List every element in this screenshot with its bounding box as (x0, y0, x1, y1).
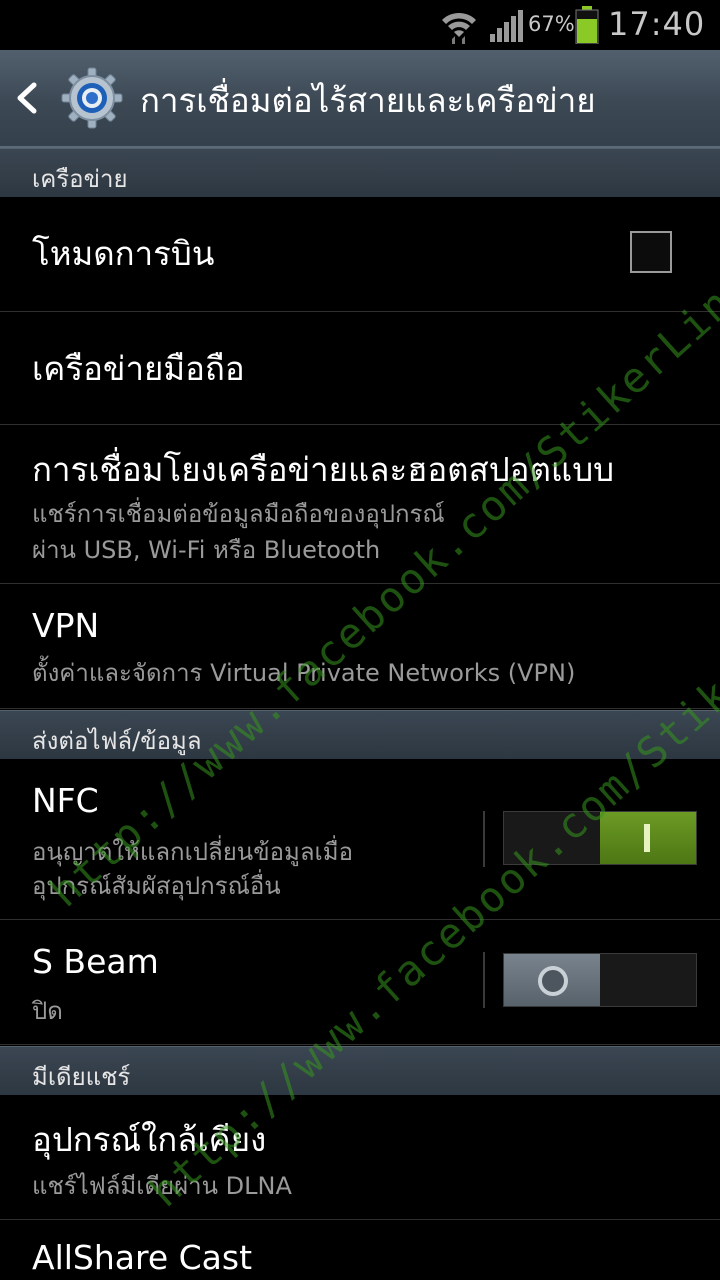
action-bar: การเชื่อมต่อไร้สายและเครือข่าย (0, 50, 720, 148)
nfc-divider (483, 811, 485, 867)
s-beam-label: S Beam (32, 942, 159, 981)
vpn-label: VPN (32, 606, 100, 645)
section-label: ส่งต่อไฟล์/ข้อมูล (32, 727, 202, 755)
toggle-on-thumb (600, 812, 696, 864)
section-header-network: เครือข่าย (0, 148, 720, 197)
wifi-icon (442, 12, 476, 44)
page-title: การเชื่อมต่อไร้สายและเครือข่าย (140, 81, 596, 120)
mobile-network-label: เครือข่ายมือถือ (32, 349, 245, 388)
nearby-devices-label: อุปกรณ์ใกล้เคียง (32, 1120, 267, 1159)
screen: 67% 17:40 การเชื่อมต่อไร้สายและเครือข่าย… (0, 0, 720, 1280)
airplane-mode-checkbox[interactable] (630, 231, 672, 273)
airplane-mode-row[interactable]: โหมดการบิน (0, 197, 720, 312)
allshare-cast-row[interactable]: AllShare Cast (0, 1220, 720, 1280)
battery-percent: 67% (528, 12, 575, 36)
tethering-description-line1: แชร์การเชื่อมต่อข้อมูลมือถือของอุปกรณ์ (32, 500, 445, 528)
clock: 17:40 (608, 5, 706, 43)
toggle-off-thumb (504, 954, 600, 1006)
section-header-media-share: มีเดียแชร์ (0, 1046, 720, 1095)
nearby-devices-description: แชร์ไฟล์มีเดียผ่าน DLNA (32, 1172, 292, 1200)
section-label: มีเดียแชร์ (32, 1063, 131, 1091)
tethering-description-line2: ผ่าน USB, Wi-Fi หรือ Bluetooth (32, 536, 381, 564)
s-beam-row[interactable]: S Beam ปิด (0, 920, 720, 1045)
allshare-cast-label: AllShare Cast (32, 1238, 253, 1277)
tethering-row[interactable]: การเชื่อมโยงเครือข่ายและฮอตสปอตแบบ แชร์ก… (0, 425, 720, 584)
mobile-network-row[interactable]: เครือข่ายมือถือ (0, 312, 720, 425)
nfc-description-line2: อุปกรณ์สัมผัสอุปกรณ์อื่น (32, 872, 281, 900)
nfc-toggle[interactable] (503, 811, 697, 865)
s-beam-toggle[interactable] (503, 953, 697, 1007)
s-beam-divider (483, 952, 485, 1008)
battery-icon (575, 6, 599, 44)
airplane-mode-label: โหมดการบิน (32, 234, 215, 273)
vpn-description: ตั้งค่าและจัดการ Virtual Private Network… (32, 659, 576, 687)
section-header-file-transfer: ส่งต่อไฟล์/ข้อมูล (0, 710, 720, 759)
back-arrow-icon[interactable] (14, 82, 40, 114)
status-bar: 67% 17:40 (0, 0, 720, 50)
settings-gear-icon (61, 67, 123, 129)
vpn-row[interactable]: VPN ตั้งค่าและจัดการ Virtual Private Net… (0, 584, 720, 709)
section-label: เครือข่าย (32, 165, 128, 193)
s-beam-status: ปิด (32, 997, 63, 1025)
signal-strength-icon (490, 10, 523, 42)
nfc-row[interactable]: NFC อนุญาตให้แลกเปลี่ยนข้อมูลเมื่อ อุปกร… (0, 759, 720, 920)
nfc-label: NFC (32, 781, 99, 820)
nearby-devices-row[interactable]: อุปกรณ์ใกล้เคียง แชร์ไฟล์มีเดียผ่าน DLNA (0, 1095, 720, 1220)
nfc-description-line1: อนุญาตให้แลกเปลี่ยนข้อมูลเมื่อ (32, 838, 353, 866)
tethering-label: การเชื่อมโยงเครือข่ายและฮอตสปอตแบบ (32, 450, 615, 489)
